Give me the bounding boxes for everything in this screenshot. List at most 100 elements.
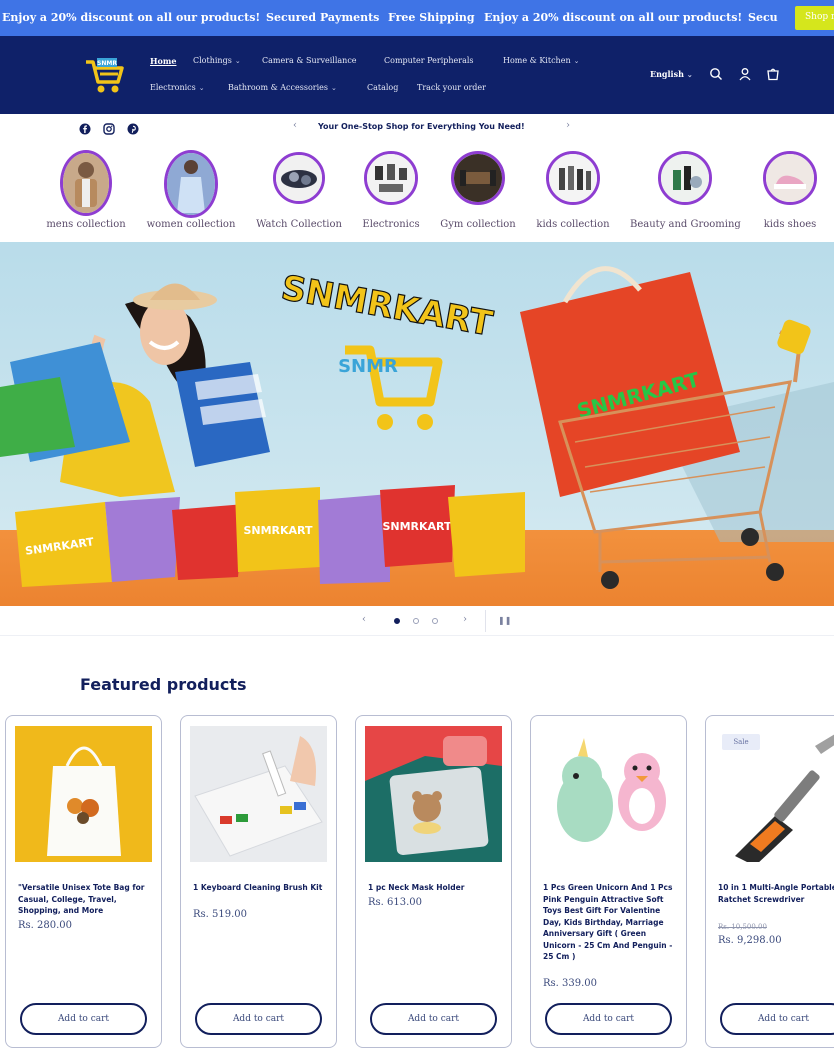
add-to-cart-button[interactable]: Add to cart bbox=[720, 1003, 834, 1035]
product-price: Rs. 613.00 bbox=[368, 897, 423, 908]
product-image[interactable] bbox=[190, 726, 327, 862]
add-to-cart-button[interactable]: Add to cart bbox=[370, 1003, 497, 1035]
product-card[interactable]: Sale 10 in 1 Multi-Angle Portable Ratche… bbox=[705, 715, 834, 1048]
collection-image bbox=[60, 150, 112, 216]
bag-text: SNMRKART bbox=[382, 520, 452, 533]
product-image[interactable] bbox=[540, 726, 677, 862]
collection-kids[interactable]: kids collection bbox=[518, 146, 628, 236]
collection-kids-shoes[interactable]: kids shoes bbox=[735, 146, 834, 236]
nav-catalog[interactable]: Catalog bbox=[367, 83, 398, 92]
product-image[interactable] bbox=[15, 726, 152, 862]
chevron-right-icon[interactable]: › bbox=[566, 120, 570, 131]
product-price: Rs. 9,298.00 bbox=[718, 935, 782, 946]
featured-products-title: Featured products bbox=[80, 675, 247, 694]
chevron-down-icon: ⌄ bbox=[198, 84, 205, 92]
nav-home-kitchen-label: Home & Kitchen bbox=[503, 56, 571, 65]
add-to-cart-button[interactable]: Add to cart bbox=[20, 1003, 147, 1035]
search-icon[interactable] bbox=[709, 66, 725, 82]
collection-label: Beauty and Grooming bbox=[630, 219, 741, 230]
pause-icon[interactable]: ❚❚ bbox=[498, 616, 511, 625]
chevron-down-icon: ⌄ bbox=[573, 57, 580, 65]
product-compare-price: Rs. 10,500.00 bbox=[718, 923, 767, 931]
product-card[interactable]: "Versatile Unisex Tote Bag for Casual, C… bbox=[5, 715, 162, 1048]
collection-gym[interactable]: Gym collection bbox=[423, 146, 533, 236]
product-price: Rs. 339.00 bbox=[543, 978, 598, 989]
announcement-message: Enjoy a 20% discount on all our products… bbox=[2, 11, 261, 24]
collection-label: Gym collection bbox=[440, 219, 516, 230]
site-header: SNMR Home Clothings ⌄ Camera & Surveillan… bbox=[0, 36, 834, 114]
collection-label: mens collection bbox=[46, 219, 126, 230]
pinterest-icon[interactable] bbox=[127, 120, 139, 135]
store-logo[interactable]: SNMR bbox=[84, 56, 126, 96]
hero-logo-text: SNMR bbox=[338, 356, 398, 377]
account-icon[interactable] bbox=[738, 66, 754, 82]
hero-illustration: SNMRKART SNMRKART SNMRKART SNMRKART SNMR… bbox=[0, 266, 834, 589]
slide-dot[interactable] bbox=[413, 618, 419, 624]
nav-home[interactable]: Home bbox=[150, 56, 176, 66]
nav-track-order[interactable]: Track your order bbox=[417, 83, 486, 92]
store-tagline: Your One-Stop Shop for Everything You Ne… bbox=[318, 122, 525, 131]
language-selector[interactable]: English ⌄ bbox=[650, 69, 693, 79]
announcement-bar: Enjoy a 20% discount on all our products… bbox=[0, 0, 834, 36]
nav-camera-surveillance[interactable]: Camera & Surveillance bbox=[262, 56, 357, 65]
product-name[interactable]: 1 Keyboard Cleaning Brush Kit bbox=[193, 882, 331, 894]
collection-image bbox=[546, 151, 600, 205]
add-to-cart-button[interactable]: Add to cart bbox=[195, 1003, 322, 1035]
nav-electronics[interactable]: Electronics ⌄ bbox=[150, 83, 205, 92]
cart-icon[interactable] bbox=[766, 66, 782, 82]
product-price: Rs. 280.00 bbox=[18, 920, 73, 931]
announcement-message: Free Shipping bbox=[388, 11, 475, 24]
announcement-message: Secu bbox=[748, 11, 778, 24]
collection-mens[interactable]: mens collection bbox=[31, 146, 141, 236]
nav-home-kitchen[interactable]: Home & Kitchen ⌄ bbox=[503, 56, 579, 65]
slideshow-controls: ‹ › ❚❚ bbox=[0, 606, 834, 636]
product-price: Rs. 519.00 bbox=[193, 909, 248, 920]
add-to-cart-button[interactable]: Add to cart bbox=[545, 1003, 672, 1035]
nav-bathroom-accessories[interactable]: Bathroom & Accessories ⌄ bbox=[228, 83, 337, 92]
divider bbox=[485, 610, 486, 632]
hero-brand-text: SNMRKART bbox=[278, 268, 496, 345]
product-card[interactable]: 1 Pcs Green Unicorn And 1 Pcs Pink Pengu… bbox=[530, 715, 687, 1048]
collection-image bbox=[763, 151, 817, 205]
product-name[interactable]: 10 in 1 Multi-Angle Portable Ratchet Scr… bbox=[718, 882, 834, 905]
language-label: English bbox=[650, 69, 684, 79]
sale-badge: Sale bbox=[722, 734, 760, 750]
shop-now-button[interactable]: Shop n bbox=[795, 6, 834, 30]
facebook-icon[interactable] bbox=[79, 120, 91, 135]
product-name[interactable]: 1 pc Neck Mask Holder bbox=[368, 882, 506, 894]
announcement-message: Enjoy a 20% discount on all our products… bbox=[484, 11, 743, 24]
instagram-icon[interactable] bbox=[103, 120, 115, 135]
chevron-left-icon[interactable]: ‹ bbox=[293, 120, 297, 131]
slide-prev-button[interactable]: ‹ bbox=[362, 614, 366, 625]
bag-text: SNMRKART bbox=[243, 524, 313, 537]
collection-label: women collection bbox=[146, 219, 236, 230]
slide-dot[interactable] bbox=[394, 618, 400, 624]
nav-electronics-label: Electronics bbox=[150, 83, 196, 92]
nav-bathroom-label: Bathroom & Accessories bbox=[228, 83, 328, 92]
collection-label: kids collection bbox=[536, 219, 610, 230]
collection-image bbox=[451, 151, 505, 205]
collection-beauty-grooming[interactable]: Beauty and Grooming bbox=[630, 146, 741, 236]
collection-label: kids shoes bbox=[763, 219, 817, 230]
logo-text: SNMR bbox=[97, 60, 117, 67]
nav-clothings[interactable]: Clothings ⌄ bbox=[193, 56, 241, 65]
chevron-down-icon: ⌄ bbox=[686, 70, 693, 79]
chevron-down-icon: ⌄ bbox=[331, 84, 337, 92]
product-image[interactable] bbox=[365, 726, 502, 862]
collection-women[interactable]: women collection bbox=[136, 146, 246, 236]
product-card[interactable]: 1 Keyboard Cleaning Brush Kit Rs. 519.00… bbox=[180, 715, 337, 1048]
collection-image bbox=[658, 151, 712, 205]
announcement-message: Secured Payments bbox=[266, 11, 380, 24]
product-name[interactable]: 1 Pcs Green Unicorn And 1 Pcs Pink Pengu… bbox=[543, 882, 681, 963]
nav-clothings-label: Clothings bbox=[193, 56, 232, 65]
nav-computer-peripherals[interactable]: Computer Peripherals bbox=[384, 56, 474, 65]
collection-image bbox=[273, 152, 325, 204]
slide-next-button[interactable]: › bbox=[463, 614, 467, 625]
product-name[interactable]: "Versatile Unisex Tote Bag for Casual, C… bbox=[18, 882, 156, 917]
product-card[interactable]: 1 pc Neck Mask Holder Rs. 613.00 Add to … bbox=[355, 715, 512, 1048]
slide-dot[interactable] bbox=[432, 618, 438, 624]
hero-banner[interactable]: SNMRKART SNMRKART SNMRKART SNMRKART SNMR… bbox=[0, 242, 834, 606]
utility-strip: ‹ Your One-Stop Shop for Everything You … bbox=[0, 114, 834, 140]
collection-image bbox=[364, 151, 418, 205]
collection-image bbox=[164, 150, 218, 218]
